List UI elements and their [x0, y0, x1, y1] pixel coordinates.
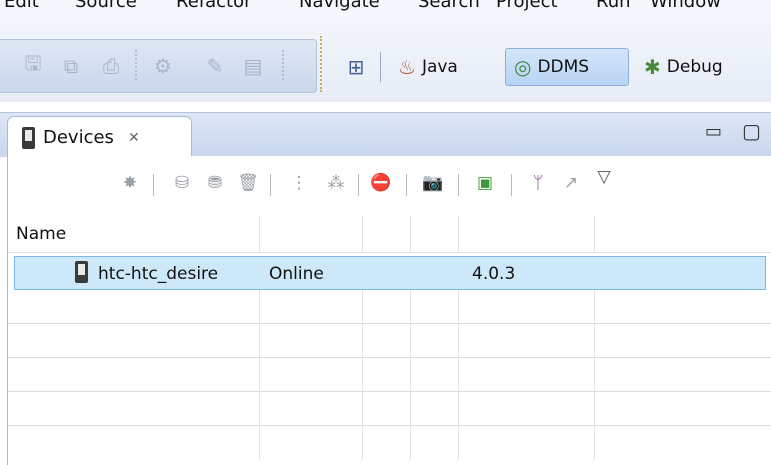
screen-capture-icon[interactable]: 📷	[422, 172, 444, 194]
menu-edit[interactable]: Edit	[4, 0, 39, 12]
document-icon[interactable]: ▤	[240, 53, 266, 79]
dump-hprof-icon[interactable]: ⛃	[204, 172, 226, 194]
device-version: 4.0.3	[472, 264, 516, 284]
tab-devices[interactable]: Devices ✕	[7, 116, 192, 158]
toolbar-separator	[358, 174, 359, 196]
dump-view-hierarchy-icon[interactable]: ↗	[560, 172, 582, 194]
table-row	[8, 358, 771, 392]
table-row	[8, 426, 771, 460]
view-toolbar: ✸ ⛁ ⛃ 🗑 ⋮ ⁂ ⛔ 📷 ▣ ᛘ ↗ ▽	[8, 156, 771, 212]
column-header[interactable]	[363, 216, 411, 252]
maximize-icon[interactable]: ▢	[742, 119, 761, 143]
menu-bar: Edit Source Refactor Navigate Search Pro…	[0, 0, 771, 22]
systrace-icon[interactable]: ▣	[474, 172, 496, 194]
perspective-java[interactable]: ♨ Java	[390, 48, 500, 86]
cause-gc-icon[interactable]: 🗑	[237, 172, 259, 194]
device-icon	[75, 261, 88, 283]
table-header: Name	[8, 216, 771, 253]
ddms-perspective-icon: ◎	[514, 55, 532, 79]
device-name-cell: htc-htc_desire	[15, 257, 261, 291]
update-heap-icon[interactable]: ⛁	[171, 172, 193, 194]
menu-run[interactable]: Run	[596, 0, 631, 12]
table-row	[8, 324, 771, 358]
stop-process-icon[interactable]: ⛔	[370, 172, 392, 194]
close-icon[interactable]: ✕	[128, 130, 140, 146]
device-col3	[364, 257, 460, 291]
perspective-java-label: Java	[421, 57, 458, 77]
debug-perspective-icon: ✱	[644, 55, 661, 79]
toolbar-grip[interactable]	[320, 36, 327, 92]
toolbar-separator	[380, 52, 381, 82]
print-icon[interactable]: ⎙	[98, 53, 124, 79]
device-status: Online	[269, 264, 324, 284]
perspective-debug[interactable]: ✱ Debug	[636, 48, 771, 86]
column-header[interactable]	[459, 216, 595, 252]
tab-devices-label: Devices	[43, 127, 114, 148]
table-row	[8, 392, 771, 426]
opengl-trace-icon[interactable]: ᛘ	[527, 172, 549, 194]
update-threads-icon[interactable]: ⋮	[288, 172, 310, 194]
main-toolbar: 🖫 ⧉ ⎙ ⚙ ✎ ▤ ⊞ ♨ Java ◎ DDMS ✱ Debug	[0, 22, 771, 102]
perspective-debug-label: Debug	[666, 57, 723, 77]
column-header[interactable]	[595, 216, 771, 252]
java-perspective-icon: ♨	[398, 55, 416, 79]
perspective-ddms-label: DDMS	[537, 57, 590, 77]
view-menu-icon[interactable]: ▽	[593, 166, 615, 188]
open-perspective-icon[interactable]: ⊞	[344, 55, 368, 79]
toolbar-separator	[153, 174, 154, 196]
view-tab-bar: Devices ✕ ▭ ▢	[0, 112, 771, 158]
device-name: htc-htc_desire	[98, 264, 219, 284]
menu-search[interactable]: Search	[418, 0, 480, 12]
menu-refactor[interactable]: Refactor	[176, 0, 252, 12]
column-name[interactable]: Name	[8, 216, 260, 252]
debug-process-icon[interactable]: ✸	[119, 172, 141, 194]
new-class-icon[interactable]: ⚙	[150, 53, 176, 79]
start-method-profiling-icon[interactable]: ⁂	[325, 172, 347, 194]
perspective-ddms[interactable]: ◎ DDMS	[505, 48, 629, 86]
table-row[interactable]: htc-htc_desire Online 4.0.3	[14, 256, 766, 290]
toolbar-separator	[406, 174, 407, 196]
toolbar-separator	[135, 50, 137, 80]
table-row	[8, 290, 771, 324]
menu-navigate[interactable]: Navigate	[299, 0, 380, 12]
menu-source[interactable]: Source	[75, 0, 137, 12]
pen-icon[interactable]: ✎	[202, 53, 228, 79]
minimize-icon[interactable]: ▭	[705, 121, 722, 142]
toolbar-separator	[270, 174, 271, 196]
menu-project[interactable]: Project	[496, 0, 558, 12]
save-icon[interactable]: 🖫	[20, 51, 46, 79]
devices-view: ✸ ⛁ ⛃ 🗑 ⋮ ⁂ ⛔ 📷 ▣ ᛘ ↗ ▽ Name htc-htc_des…	[7, 156, 771, 465]
column-header[interactable]	[411, 216, 459, 252]
save-all-icon[interactable]: ⧉	[58, 53, 84, 79]
toolbar-separator	[458, 174, 459, 196]
edit-toolbar-group: 🖫 ⧉ ⎙ ⚙ ✎ ▤	[0, 39, 317, 93]
toolbar-separator	[511, 174, 512, 196]
toolbar-separator	[282, 50, 284, 80]
device-icon	[22, 126, 35, 149]
menu-window[interactable]: Window	[650, 0, 721, 12]
column-header[interactable]	[260, 216, 363, 252]
